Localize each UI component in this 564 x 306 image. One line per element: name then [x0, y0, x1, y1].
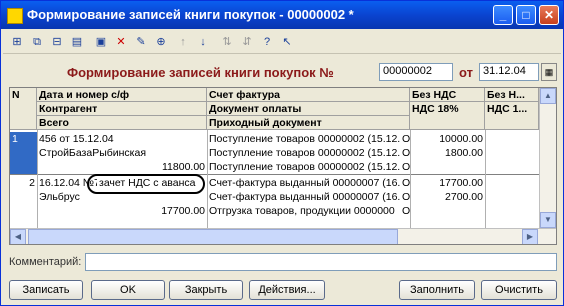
minimize-button[interactable]: _	[493, 5, 513, 25]
document-window: Формирование записей книги покупок - 000…	[0, 0, 564, 306]
date-label: от	[459, 65, 473, 80]
close-window-button[interactable]: ✕	[539, 5, 559, 25]
invoice-doc[interactable]: Счет-фактура выданный 00000007 (16.	[207, 176, 401, 190]
payment-doc[interactable]: Счет-фактура выданный 00000007 (16.	[207, 190, 401, 204]
edit-icon[interactable]: ✎	[133, 34, 149, 50]
sort-asc-icon[interactable]: ⇅	[219, 34, 235, 50]
pointer-icon[interactable]: ↖	[279, 34, 295, 50]
flag-cell: О	[402, 161, 410, 173]
payment-doc[interactable]: Поступление товаров 00000002 (15.12.	[207, 146, 401, 160]
counterparty[interactable]: СтройБазаРыбинская	[37, 146, 207, 160]
header-payment-doc[interactable]: Документ оплаты	[207, 102, 410, 116]
folder-icon[interactable]: ▣	[93, 34, 109, 50]
comment-field[interactable]	[85, 253, 557, 271]
toolbar: ⊞ ⧉ ⊟ ▤ ▣ ✕ ✎ ⊕ ↑ ↓ ⇅ ⇵ ? ↖	[3, 31, 561, 54]
delete-row-icon[interactable]: ⊟	[49, 34, 65, 50]
app-icon	[7, 8, 23, 24]
header-date-number[interactable]: Дата и номер с/ф	[37, 88, 207, 102]
invoice-doc[interactable]: Поступление товаров 00000002 (15.12.	[207, 132, 401, 146]
help-icon[interactable]: ?	[259, 34, 275, 50]
vat-amount[interactable]: 1800.00	[410, 146, 485, 160]
header-receipt-doc[interactable]: Приходный документ	[207, 116, 410, 130]
comment-label: Комментарий:	[9, 256, 82, 268]
flag-cell: О	[402, 205, 410, 217]
header-vat-2[interactable]: НДС 1...	[485, 102, 539, 130]
flag-cell: О	[402, 147, 410, 159]
ok-button[interactable]: OK	[91, 280, 165, 300]
row-number[interactable]: 2	[10, 176, 37, 190]
flag-cell: О	[402, 133, 410, 145]
clear-button[interactable]: Очистить	[481, 280, 557, 300]
form-heading: Формирование записей книги покупок №	[67, 65, 334, 80]
row-separator	[10, 174, 539, 175]
maximize-button[interactable]: □	[516, 5, 536, 25]
delete-icon[interactable]: ✕	[113, 34, 129, 50]
column-separator	[410, 130, 411, 228]
flag-cell: О	[402, 191, 410, 203]
header-without-vat-2[interactable]: Без Н...	[485, 88, 539, 102]
header-counterparty[interactable]: Контрагент	[37, 102, 207, 116]
amount-without-vat[interactable]: 17700.00	[410, 176, 485, 190]
tree-icon[interactable]: ⊕	[153, 34, 169, 50]
actions-button[interactable]: Действия...	[249, 280, 325, 300]
vat-amount[interactable]: 2700.00	[410, 190, 485, 204]
scroll-up-icon[interactable]: ▲	[540, 88, 556, 104]
column-separator	[37, 130, 38, 228]
column-separator	[207, 130, 208, 228]
row-number[interactable]: 1	[10, 132, 37, 174]
calendar-icon[interactable]: ▦	[541, 63, 557, 81]
up-arrow-icon[interactable]: ↑	[175, 34, 191, 50]
scroll-down-icon[interactable]: ▼	[540, 212, 556, 228]
close-button[interactable]: Закрыть	[169, 280, 243, 300]
write-button[interactable]: Записать	[9, 280, 83, 300]
window-title: Формирование записей книги покупок - 000…	[27, 7, 354, 22]
scroll-right-icon[interactable]: ▶	[522, 229, 538, 244]
down-arrow-icon[interactable]: ↓	[195, 34, 211, 50]
header-total[interactable]: Всего	[37, 116, 207, 130]
edit-row-icon[interactable]: ▤	[69, 34, 85, 50]
scroll-thumb[interactable]	[28, 229, 398, 244]
flag-cell: О	[402, 177, 410, 189]
title-bar: Формирование записей книги покупок - 000…	[1, 1, 563, 29]
horizontal-scrollbar[interactable]: ◀ ▶	[10, 228, 556, 244]
header-invoice[interactable]: Счет фактура	[207, 88, 410, 102]
add-row-icon[interactable]: ⊞	[9, 34, 25, 50]
total[interactable]: 17700.00	[37, 204, 207, 218]
vertical-scrollbar[interactable]: ▲ ▼	[539, 88, 556, 228]
document-number-field[interactable]: 00000002	[379, 63, 453, 81]
total[interactable]: 11800.00	[37, 160, 207, 174]
header-without-vat[interactable]: Без НДС	[410, 88, 485, 102]
sort-desc-icon[interactable]: ⇵	[239, 34, 255, 50]
scroll-left-icon[interactable]: ◀	[10, 229, 26, 244]
highlight-ellipse	[87, 174, 205, 194]
copy-row-icon[interactable]: ⧉	[29, 34, 45, 50]
receipt-doc[interactable]: Отгрузка товаров, продукции 0000000	[207, 204, 401, 218]
header-n[interactable]: N	[10, 88, 37, 130]
receipt-doc[interactable]: Поступление товаров 00000002 (15.12.	[207, 160, 401, 174]
column-separator	[485, 130, 486, 228]
header-vat-18[interactable]: НДС 18%	[410, 102, 485, 130]
document-date-field[interactable]: 31.12.04	[479, 63, 539, 81]
fill-button[interactable]: Заполнить	[399, 280, 475, 300]
amount-without-vat[interactable]: 10000.00	[410, 132, 485, 146]
invoice-date-number[interactable]: 456 от 15.12.04	[37, 132, 207, 146]
records-table: N Дата и номер с/ф Контрагент Всего Счет…	[9, 87, 557, 245]
